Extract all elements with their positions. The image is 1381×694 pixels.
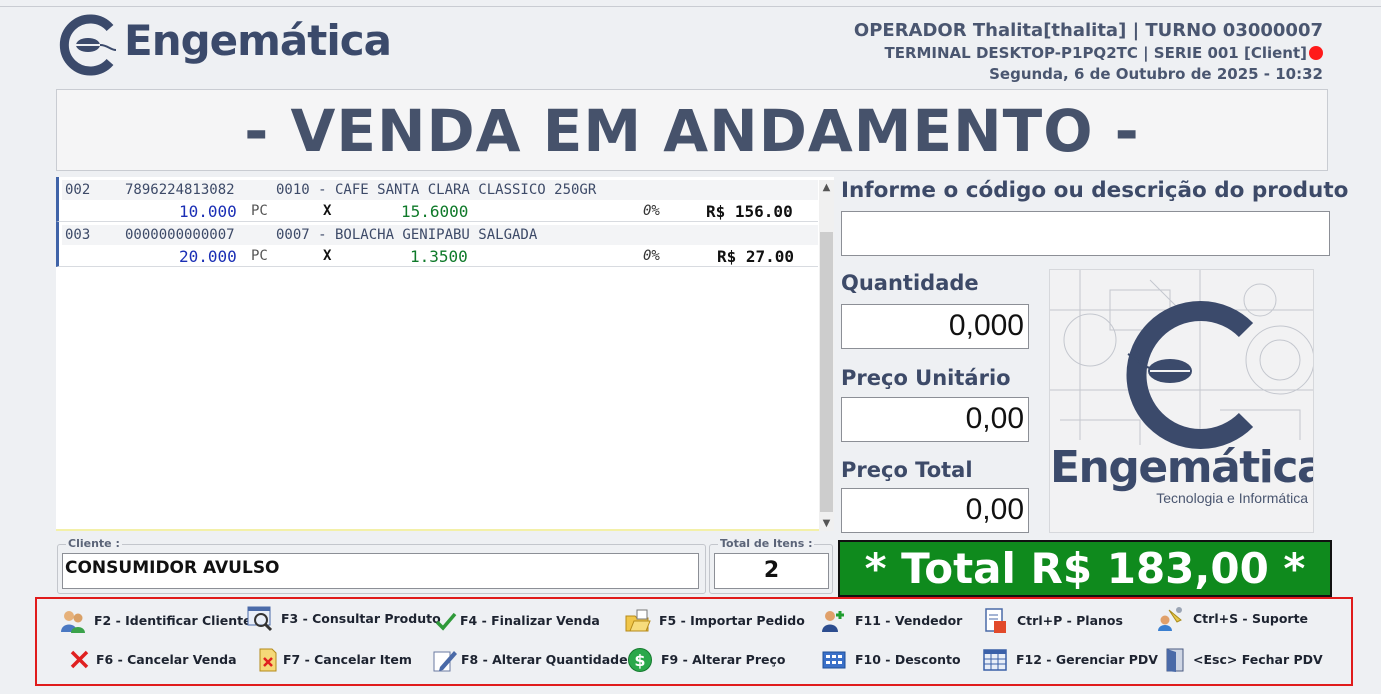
total-items-label: Total de Itens : xyxy=(718,537,815,550)
scroll-thumb[interactable] xyxy=(820,232,833,512)
fkey-label: F12 - Gerenciar PDV xyxy=(1016,652,1158,667)
customer-label: Cliente : xyxy=(66,537,122,550)
document-icon xyxy=(985,608,1006,633)
terminal-text: TERMINAL DESKTOP-P1PQ2TC | SERIE 001 [Cl… xyxy=(884,44,1307,62)
add-user-icon xyxy=(822,611,844,632)
scroll-down-icon[interactable]: ▼ xyxy=(819,516,834,531)
brand-logo: Engemática xyxy=(58,12,392,78)
list-item[interactable]: 002 7896224813082 0010 - CAFE SANTA CLAR… xyxy=(56,177,818,222)
item-x: X xyxy=(323,203,332,219)
item-barcode: 0000000000007 xyxy=(125,227,235,243)
logo-icon xyxy=(59,14,117,76)
function-keys-panel: F2 - Identificar Cliente F3 - Consultar … xyxy=(35,597,1353,686)
fkey-label: F4 - Finalizar Venda xyxy=(460,613,600,628)
brand-panel-name: Engemática xyxy=(1050,442,1314,493)
item-barcode: 7896224813082 xyxy=(125,182,235,198)
fkey-label: F7 - Cancelar Item xyxy=(283,652,412,667)
item-subtotal: R$ 156.00 xyxy=(706,202,793,221)
magnifier-icon xyxy=(247,606,273,632)
fkey-label: F6 - Cancelar Venda xyxy=(96,652,237,667)
item-seq: 003 xyxy=(65,227,91,243)
product-search-input[interactable] xyxy=(841,211,1330,256)
search-label: Informe o código ou descrição do produto xyxy=(841,178,1349,203)
total-price-label: Preço Total xyxy=(841,458,973,482)
items-scrollbar[interactable]: ▲ ▼ xyxy=(819,180,834,531)
fkey-label: F5 - Importar Pedido xyxy=(659,613,805,628)
list-item[interactable]: 003 0000000000007 0007 - BOLACHA GENIPAB… xyxy=(56,222,818,267)
operator-info: OPERADOR Thalita[thalita] | TURNO 030000… xyxy=(853,20,1323,41)
item-row-top: 003 0000000000007 0007 - BOLACHA GENIPAB… xyxy=(62,225,818,245)
item-code-desc: 0007 - BOLACHA GENIPABU SALGADA xyxy=(276,227,538,243)
terminal-info: TERMINAL DESKTOP-P1PQ2TC | SERIE 001 [Cl… xyxy=(884,44,1323,62)
fkey-label: F9 - Alterar Preço xyxy=(661,652,786,667)
users-icon xyxy=(61,611,85,633)
fkey-label: F8 - Alterar Quantidade xyxy=(461,652,628,667)
logo-text: Engemática xyxy=(124,16,392,65)
fkey-label: F11 - Vendedor xyxy=(855,613,963,628)
unit-price-label: Preço Unitário xyxy=(841,366,1011,390)
unit-price-field[interactable]: 0,00 xyxy=(841,397,1029,442)
fkey-label: F2 - Identificar Cliente xyxy=(94,613,252,628)
brand-image: Engemática Tecnologia e Informática xyxy=(1049,269,1314,533)
fkey-label: <Esc> Fechar PDV xyxy=(1193,652,1323,667)
item-x: X xyxy=(323,248,332,264)
folder-icon xyxy=(625,609,651,632)
item-price: 1.3500 xyxy=(410,247,468,266)
item-discount: 0% xyxy=(643,248,660,264)
item-unit: PC xyxy=(251,248,268,264)
item-code-desc: 0010 - CAFE SANTA CLARA CLASSICO 250GR xyxy=(276,182,597,198)
top-border xyxy=(0,6,1381,7)
item-discount: 0% xyxy=(643,203,660,219)
fkey-label: Ctrl+S - Suporte xyxy=(1193,611,1309,626)
total-price-field[interactable]: 0,00 xyxy=(841,488,1029,533)
item-row-top: 002 7896224813082 0010 - CAFE SANTA CLAR… xyxy=(62,180,818,200)
sale-status-banner: - VENDA EM ANDAMENTO - xyxy=(56,89,1328,171)
scroll-up-icon[interactable]: ▲ xyxy=(819,180,834,195)
fkey-label: Ctrl+P - Planos xyxy=(1017,613,1123,628)
edit-icon xyxy=(433,651,457,672)
connection-status-icon xyxy=(1309,46,1323,60)
item-unit: PC xyxy=(251,203,268,219)
quantity-field[interactable]: 0,000 xyxy=(841,304,1029,349)
door-icon xyxy=(1166,648,1184,672)
item-row-bottom: 10.000 PC X 15.6000 0% R$ 156.00 xyxy=(62,201,818,221)
customer-field[interactable]: CONSUMIDOR AVULSO xyxy=(62,553,699,589)
x-icon xyxy=(70,650,89,669)
item-seq: 002 xyxy=(65,182,91,198)
items-list[interactable]: 002 7896224813082 0010 - CAFE SANTA CLAR… xyxy=(56,177,834,531)
cancel-item-icon xyxy=(259,648,277,672)
grand-total: * Total R$ 183,00 * xyxy=(838,540,1332,597)
item-subtotal: R$ 27.00 xyxy=(717,247,795,266)
total-items-field: 2 xyxy=(714,553,829,589)
fkey-label: F3 - Consultar Produto xyxy=(281,611,441,626)
svg-text:$: $ xyxy=(634,651,645,670)
quantity-label: Quantidade xyxy=(841,271,979,295)
item-row-bottom: 20.000 PC X 1.3500 0% R$ 27.00 xyxy=(62,246,818,266)
dollar-icon: $ xyxy=(628,648,652,672)
item-price: 15.6000 xyxy=(401,202,469,221)
calculator-icon xyxy=(822,651,846,669)
item-qty: 20.000 xyxy=(179,247,237,266)
item-qty: 10.000 xyxy=(179,202,237,221)
support-icon xyxy=(1158,607,1182,631)
brand-panel-tagline: Tecnologia e Informática xyxy=(1156,490,1308,506)
fkey-label: F10 - Desconto xyxy=(855,652,961,667)
checkmark-icon xyxy=(435,612,457,631)
grid-icon xyxy=(983,649,1007,671)
datetime: Segunda, 6 de Outubro de 2025 - 10:32 xyxy=(989,65,1323,83)
